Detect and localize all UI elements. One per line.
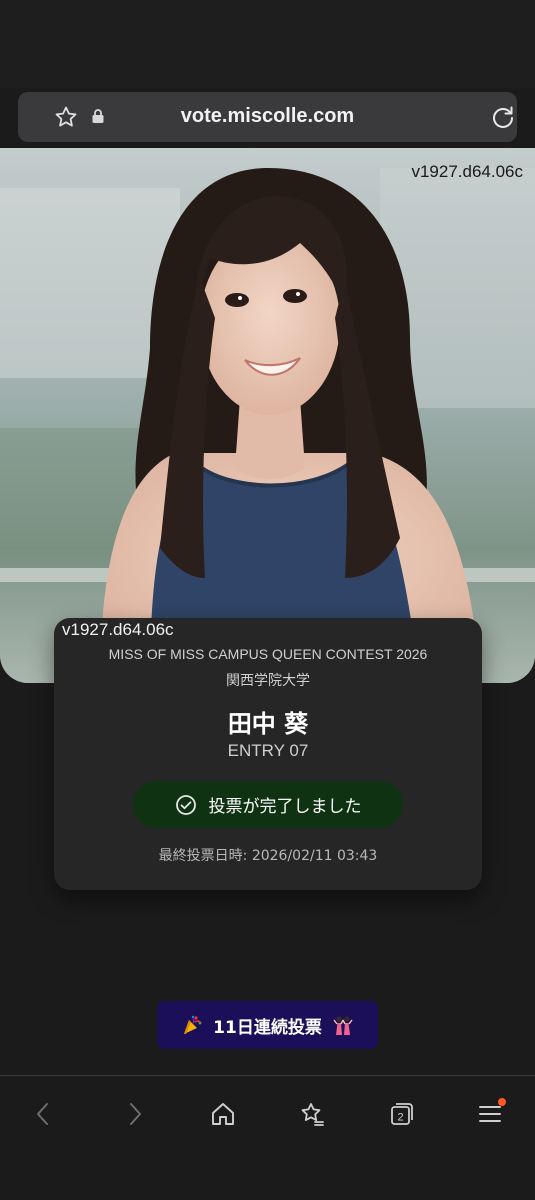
streak-banner: 11日連続投票 — [157, 1001, 378, 1049]
bookmarks-button[interactable] — [290, 1092, 334, 1136]
tabs-icon: 2 — [391, 1103, 413, 1125]
menu-button[interactable] — [468, 1092, 512, 1136]
vote-complete-badge: 投票が完了しました — [133, 781, 403, 828]
version-label-top: v1927.d64.06c — [411, 162, 523, 181]
contestant-name: 田中 葵 — [227, 710, 309, 738]
reload-icon[interactable] — [490, 104, 516, 130]
streak-label: 11日連続投票 — [213, 1017, 322, 1038]
tabs-button[interactable]: 2 — [379, 1092, 423, 1136]
last-vote-timestamp: 最終投票日時: 2026/02/11 03:43 — [158, 848, 378, 864]
back-button[interactable] — [22, 1092, 66, 1136]
tab-count: 2 — [397, 1112, 403, 1124]
home-icon — [212, 1103, 234, 1125]
contestant-photo — [0, 148, 535, 683]
bookmark-star-icon — [301, 1103, 324, 1126]
status-bar — [0, 0, 535, 88]
contest-title: MISS OF MISS CAMPUS QUEEN CONTEST 2026 — [108, 646, 428, 662]
forward-icon — [130, 1103, 141, 1125]
address-bar[interactable]: vote.miscolle.com — [18, 92, 517, 142]
entry-number: ENTRY 07 — [227, 741, 309, 760]
party-popper-icon — [184, 1015, 202, 1034]
vote-complete-label: 投票が完了しました — [208, 797, 362, 817]
forward-button[interactable] — [112, 1092, 156, 1136]
portrait-illustration — [0, 148, 535, 683]
check-circle-icon — [175, 794, 196, 815]
dancing-people-icon — [333, 1016, 353, 1035]
back-icon — [37, 1103, 48, 1125]
url-text[interactable]: vote.miscolle.com — [18, 105, 517, 128]
bottom-navigation: 2 — [0, 1076, 535, 1200]
home-button[interactable] — [201, 1092, 245, 1136]
version-label-card: v1927.d64.06c — [62, 620, 174, 639]
notification-dot — [498, 1098, 506, 1106]
university-name: 関西学院大学 — [226, 673, 310, 689]
